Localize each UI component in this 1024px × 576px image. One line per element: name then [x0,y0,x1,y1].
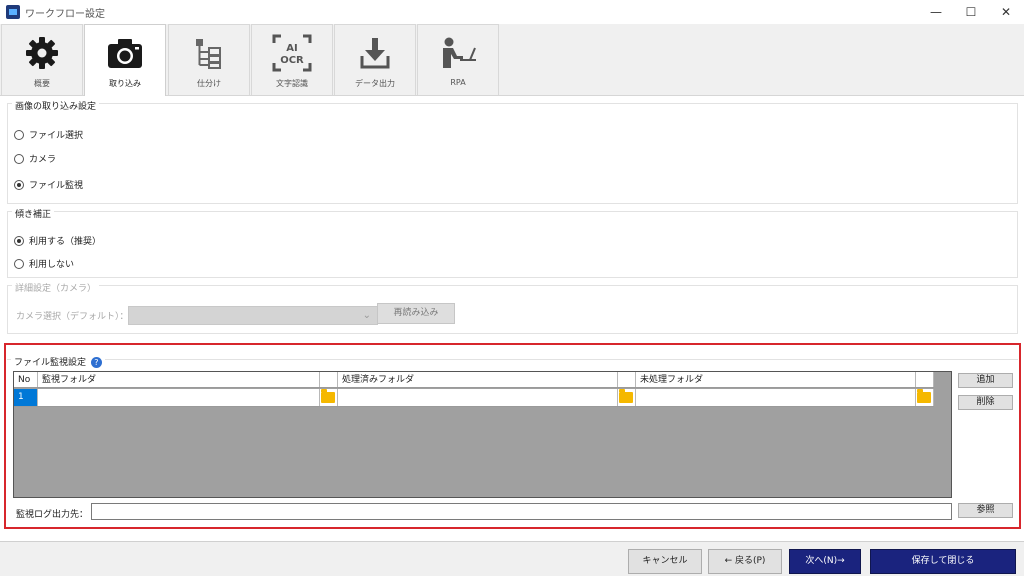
cancel-button[interactable]: キャンセル [628,549,702,574]
minimize-button[interactable]: — [922,2,950,22]
radio-dot-selected [14,235,24,246]
processed-folder-browse[interactable] [618,389,636,406]
tab-label: 概要 [34,79,50,88]
ai-ocr-line1: AI [286,43,297,54]
back-button[interactable]: ← 戻る(P) [708,549,782,574]
tab-label: RPA [450,78,466,87]
folder-icon [321,389,335,403]
tab-overview[interactable]: 概要 [1,24,83,95]
footer-bar: キャンセル ← 戻る(P) 次へ(N)→ 保存して閉じる [0,541,1024,576]
close-button[interactable]: ✕ [992,2,1020,22]
camera-icon [85,35,165,71]
col-processed-folder: 処理済みフォルダ [338,372,618,387]
radio-label: 利用しない [29,260,75,270]
tab-label: データ出力 [355,79,395,88]
file-watch-title-text: ファイル監視設定 [14,358,87,368]
radio-label: 利用する（推奨） [29,237,102,247]
delete-button[interactable]: 削除 [958,395,1013,410]
camera-detail-title: 詳細設定（カメラ） [12,281,100,294]
tab-label: 文字認識 [276,79,308,88]
unprocessed-folder-cell[interactable] [636,389,916,406]
tab-rpa[interactable]: RPA [417,24,499,95]
gear-icon [2,35,82,71]
radio-label: ファイル監視 [29,181,84,191]
next-button[interactable]: 次へ(N)→ [789,549,861,574]
radio-file-select[interactable]: ファイル選択 [14,128,83,141]
radio-no-skew[interactable]: 利用しない [14,257,74,270]
chevron-down-icon: ⌄ [362,310,371,321]
processed-folder-cell[interactable] [338,389,618,406]
tab-label: 取り込み [109,79,141,88]
col-unprocessed-browse [916,372,934,387]
image-import-group: 画像の取り込み設定 ファイル選択 カメラ ファイル監視 [7,99,1018,204]
radio-use-skew[interactable]: 利用する（推奨） [14,234,101,247]
tab-bar: 概要 取り込み 仕分け AI OCR 文字認識 データ出力 RPA [0,24,1024,96]
tab-label: 仕分け [197,79,221,88]
radio-dot-selected [14,179,24,190]
watch-folder-cell[interactable] [38,389,320,406]
camera-detail-group: 詳細設定（カメラ） カメラ選択（デフォルト）： ⌄ 再読み込み [7,281,1018,334]
maximize-button[interactable]: ☐ [957,2,985,22]
col-watch-browse [320,372,338,387]
tab-data-output[interactable]: データ出力 [334,24,416,95]
row-number: 1 [14,389,38,406]
sort-tree-icon [169,35,249,71]
tab-import[interactable]: 取り込み [84,24,166,96]
radio-dot [14,258,24,269]
ai-ocr-line2: OCR [280,55,304,66]
help-icon[interactable]: ? [90,357,102,368]
radio-label: カメラ [29,155,57,165]
save-close-button[interactable]: 保存して閉じる [870,549,1016,574]
download-icon [335,35,415,71]
radio-dot [14,153,24,164]
radio-dot [14,129,24,140]
unprocessed-folder-browse[interactable] [916,389,934,406]
file-watch-title: ファイル監視設定 ? [11,355,105,368]
col-no: No [14,372,38,387]
reload-button[interactable]: 再読み込み [377,303,455,324]
browse-button[interactable]: 参照 [958,503,1013,518]
app-icon [6,5,20,19]
window-title: ワークフロー設定 [25,9,105,20]
folder-icon [619,389,633,403]
title-bar: ワークフロー設定 — ☐ ✕ [0,0,1024,24]
table-header: No 監視フォルダ 処理済みフォルダ 未処理フォルダ [14,372,934,388]
col-watch-folder: 監視フォルダ [38,372,320,387]
col-processed-browse [618,372,636,387]
skew-correction-title: 傾き補正 [12,207,55,220]
col-unprocessed-folder: 未処理フォルダ [636,372,916,387]
watch-folder-browse[interactable] [320,389,338,406]
radio-file-watch[interactable]: ファイル監視 [14,178,83,191]
ai-ocr-icon: AI OCR [252,34,332,72]
watch-folder-table: No 監視フォルダ 処理済みフォルダ 未処理フォルダ 1 [13,371,952,498]
table-row[interactable]: 1 [14,389,934,407]
add-button[interactable]: 追加 [958,373,1013,388]
camera-select-label: カメラ選択（デフォルト）： [16,312,129,322]
radio-label: ファイル選択 [29,131,84,141]
image-import-title: 画像の取り込み設定 [12,99,100,112]
radio-camera[interactable]: カメラ [14,152,56,165]
skew-correction-group: 傾き補正 利用する（推奨） 利用しない [7,207,1018,278]
tab-sort[interactable]: 仕分け [168,24,250,95]
log-output-label: 監視ログ出力先： [16,510,89,520]
log-output-field[interactable] [91,503,952,520]
person-computer-icon [418,35,498,71]
folder-icon [917,389,931,403]
tab-ocr[interactable]: AI OCR 文字認識 [251,24,333,95]
camera-select-combo[interactable]: ⌄ [128,306,378,325]
